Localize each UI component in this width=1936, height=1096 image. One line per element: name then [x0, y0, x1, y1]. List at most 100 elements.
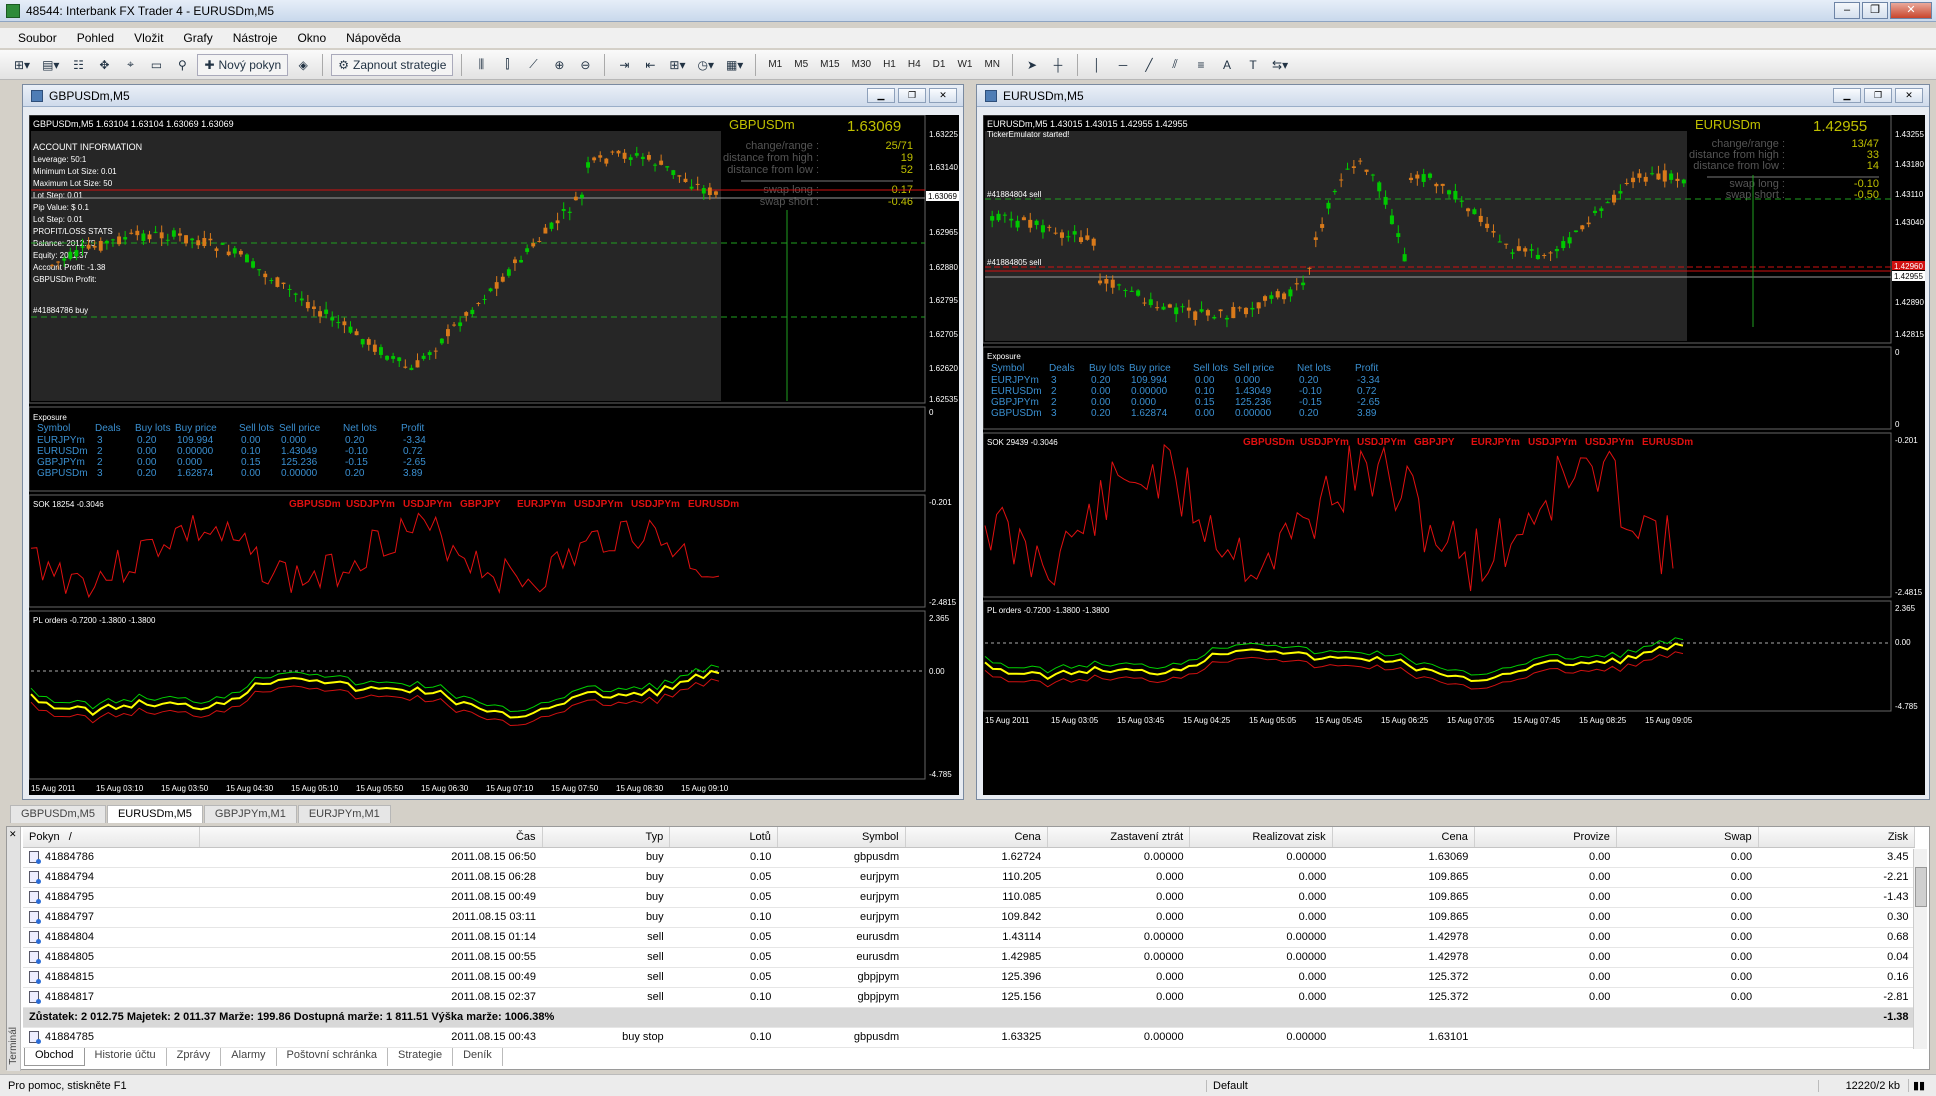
- autoscroll-icon[interactable]: ⇥: [613, 54, 635, 76]
- chart-canvas[interactable]: EURUSDm,M5 1.43015 1.43015 1.42955 1.429…: [982, 114, 1925, 795]
- column-header[interactable]: Realizovat zisk: [1189, 827, 1333, 848]
- terminal-tab-alerts[interactable]: Alarmy: [221, 1048, 277, 1066]
- fibonacci-icon[interactable]: ≡: [1190, 54, 1212, 76]
- navigator-icon[interactable]: ✥: [93, 54, 115, 76]
- profiles-icon[interactable]: ▤▾: [38, 54, 63, 76]
- chart-minimize-button[interactable]: ▁: [867, 88, 895, 103]
- table-row[interactable]: 41884804 2011.08.15 01:14 sell 0.05 eurusdm 1…: [23, 927, 1915, 948]
- candle-body: [653, 164, 657, 166]
- timeframe-h1[interactable]: H1: [879, 59, 900, 70]
- trendline-icon[interactable]: ╱: [1138, 54, 1160, 76]
- candle-chart-icon[interactable]: ⫿: [496, 54, 518, 76]
- terminal-tab-trade[interactable]: Obchod: [24, 1048, 85, 1066]
- data-window-icon[interactable]: ⌖: [119, 54, 141, 76]
- chart-tab[interactable]: EURJPYm,M1: [297, 805, 391, 823]
- terminal-close-icon[interactable]: ✕: [9, 829, 17, 840]
- chart-close-button[interactable]: ✕: [929, 88, 957, 103]
- timeframe-d1[interactable]: D1: [929, 59, 950, 70]
- text-icon[interactable]: A: [1216, 54, 1238, 76]
- column-header[interactable]: Typ: [542, 827, 671, 848]
- terminal-tab-mailbox[interactable]: Poštovní schránka: [277, 1048, 389, 1066]
- menu-insert[interactable]: Vložit: [124, 31, 173, 45]
- chart-restore-button[interactable]: ❐: [1864, 88, 1892, 103]
- terminal-tab-experts[interactable]: Strategie: [388, 1048, 454, 1066]
- table-row[interactable]: 41884817 2011.08.15 02:37 sell 0.10 gbpjpym 1…: [23, 987, 1915, 1008]
- menu-view[interactable]: Pohled: [67, 31, 124, 45]
- timeframe-m5[interactable]: M5: [790, 59, 812, 70]
- column-header[interactable]: Pokyn /: [23, 827, 201, 848]
- cursor-icon[interactable]: ➤: [1021, 54, 1043, 76]
- column-header[interactable]: Symbol: [777, 827, 906, 848]
- terminal-tab-news[interactable]: Zprávy: [167, 1048, 222, 1066]
- table-row[interactable]: 41884795 2011.08.15 00:49 buy 0.05 eurjpym 11…: [23, 887, 1915, 908]
- new-order-button[interactable]: ✚ Nový pokyn: [197, 53, 289, 76]
- text-label-icon[interactable]: T: [1242, 54, 1264, 76]
- strategies-button[interactable]: ⚙ Zapnout strategie: [331, 53, 454, 76]
- menu-window[interactable]: Okno: [287, 31, 336, 45]
- vertical-line-icon[interactable]: │: [1086, 54, 1108, 76]
- terminal-tab-history[interactable]: Historie účtu: [85, 1048, 167, 1066]
- timeframe-m1[interactable]: M1: [764, 59, 786, 70]
- timeframe-h4[interactable]: H4: [904, 59, 925, 70]
- line-chart-icon[interactable]: ⟋: [522, 54, 544, 76]
- periods-icon[interactable]: ◷▾: [693, 54, 718, 76]
- column-header[interactable]: Lotů: [669, 827, 778, 848]
- new-chart-icon[interactable]: ⊞▾: [10, 54, 34, 76]
- close-button[interactable]: ✕: [1890, 2, 1932, 19]
- pending-order-row[interactable]: 41884785 2011.08.15 00:43 buy stop 0.10 gbpu…: [23, 1027, 1915, 1048]
- candle-body: [1523, 248, 1528, 252]
- menu-charts[interactable]: Grafy: [173, 31, 222, 45]
- table-row[interactable]: 41884797 2011.08.15 03:11 buy 0.10 eurjpym 10…: [23, 907, 1915, 928]
- timeframe-m15[interactable]: M15: [816, 59, 843, 70]
- terminal-tab-journal[interactable]: Deník: [453, 1048, 503, 1066]
- arrows-icon[interactable]: ⇆▾: [1268, 54, 1292, 76]
- scrollbar-thumb[interactable]: [1915, 867, 1927, 907]
- column-header[interactable]: Provize: [1474, 827, 1617, 848]
- timeframe-m30[interactable]: M30: [848, 59, 875, 70]
- templates-icon[interactable]: ▦▾: [722, 54, 747, 76]
- chart-restore-button[interactable]: ❐: [898, 88, 926, 103]
- timeframe-mn[interactable]: MN: [980, 59, 1004, 70]
- column-header[interactable]: Zastavení ztrát: [1047, 827, 1191, 848]
- menu-help[interactable]: Nápověda: [336, 31, 411, 45]
- chart-tab[interactable]: GBPJPYm,M1: [203, 805, 297, 823]
- column-header[interactable]: Cena: [1332, 827, 1475, 848]
- table-row[interactable]: 41884786 2011.08.15 06:50 buy 0.10 gbpusdm 1.…: [23, 847, 1915, 868]
- channel-icon[interactable]: ⫽: [1164, 54, 1186, 76]
- timeframe-w1[interactable]: W1: [953, 59, 976, 70]
- maximize-button[interactable]: ❐: [1862, 2, 1888, 19]
- market-watch-icon[interactable]: ☷: [67, 54, 89, 76]
- chart-canvas[interactable]: GBPUSDm,M5 1.63104 1.63104 1.63069 1.630…: [28, 114, 959, 795]
- column-header[interactable]: Swap: [1616, 827, 1759, 848]
- metaeditor-icon[interactable]: ◈: [292, 54, 314, 76]
- zoom-out-icon[interactable]: ⊖: [574, 54, 596, 76]
- zoom-in-icon[interactable]: ⊕: [548, 54, 570, 76]
- table-cell: 0.000: [1189, 867, 1333, 888]
- chart-tab[interactable]: GBPUSDm,M5: [10, 805, 106, 823]
- horizontal-line-icon[interactable]: ─: [1112, 54, 1134, 76]
- menu-file[interactable]: Soubor: [8, 31, 67, 45]
- table-row[interactable]: 41884805 2011.08.15 00:55 sell 0.05 eurusdm 1…: [23, 947, 1915, 968]
- terminal-scrollbar[interactable]: [1913, 849, 1927, 1049]
- candle-body: [580, 194, 584, 198]
- chart-minimize-button[interactable]: ▁: [1833, 88, 1861, 103]
- chart-area[interactable]: GBPUSDm,M5 1.63104 1.63104 1.63069 1.630…: [28, 114, 959, 795]
- menu-tools[interactable]: Nástroje: [223, 31, 288, 45]
- chart-area[interactable]: EURUSDm,M5 1.43015 1.43015 1.42955 1.429…: [982, 114, 1925, 795]
- chart-tab-active[interactable]: EURUSDm,M5: [106, 805, 203, 823]
- column-header[interactable]: Zisk: [1758, 827, 1916, 848]
- minimize-button[interactable]: –: [1834, 2, 1860, 19]
- crosshair-icon[interactable]: ┼: [1047, 54, 1069, 76]
- table-row[interactable]: 41884794 2011.08.15 06:28 buy 0.05 eurjpym 11…: [23, 867, 1915, 888]
- terminal-icon[interactable]: ▭: [145, 54, 167, 76]
- column-header[interactable]: Čas: [199, 827, 543, 848]
- tester-icon[interactable]: ⚲: [171, 54, 193, 76]
- table-cell: 0.000: [1047, 907, 1190, 928]
- chart-shift-icon[interactable]: ⇤: [639, 54, 661, 76]
- chart-close-button[interactable]: ✕: [1895, 88, 1923, 103]
- table-row[interactable]: 41884815 2011.08.15 00:49 sell 0.05 gbpjpym 1…: [23, 967, 1915, 988]
- column-header[interactable]: Cena: [905, 827, 1048, 848]
- bar-chart-icon[interactable]: ⫼: [470, 54, 492, 76]
- indicators-icon[interactable]: ⊞▾: [665, 54, 689, 76]
- table-header-row: Pokyn / Čas Typ Lotů Symbol Cena Zastave…: [23, 827, 1916, 848]
